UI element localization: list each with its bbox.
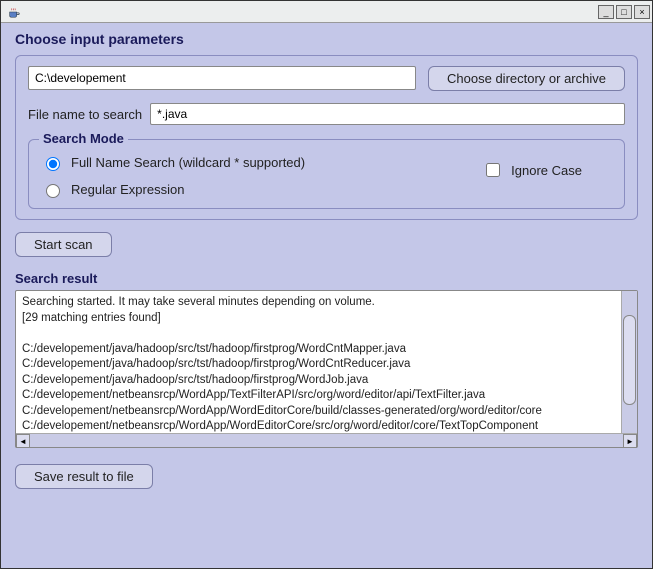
result-line <box>22 326 615 342</box>
checkbox-ignore-case-label: Ignore Case <box>511 163 582 178</box>
vertical-scrollbar[interactable] <box>621 291 637 433</box>
directory-input[interactable] <box>28 66 416 90</box>
result-line: C:/developement/java/hadoop/src/tst/hado… <box>22 373 615 389</box>
result-header: Search result <box>15 271 638 286</box>
section-title: Choose input parameters <box>15 31 638 47</box>
input-panel: Choose directory or archive File name to… <box>15 55 638 220</box>
radio-full-name[interactable]: Full Name Search (wildcard * supported) <box>41 154 305 171</box>
choose-directory-button[interactable]: Choose directory or archive <box>428 66 625 91</box>
horizontal-scrollbar[interactable]: ◄ ► <box>16 433 637 447</box>
checkbox-ignore-case-input[interactable] <box>486 163 500 177</box>
vertical-scroll-thumb[interactable] <box>623 315 636 405</box>
radio-full-name-input[interactable] <box>46 157 60 171</box>
titlebar: _ □ × <box>1 1 652 23</box>
result-line: C:/developement/netbeansrcp/WordApp/Word… <box>22 404 615 420</box>
java-icon <box>7 5 21 19</box>
search-mode-panel: Search Mode Full Name Search (wildcard *… <box>28 139 625 209</box>
checkbox-ignore-case[interactable]: Ignore Case <box>482 160 582 180</box>
maximize-button[interactable]: □ <box>616 5 632 19</box>
result-line: C:/developement/netbeansrcp/WordApp/Text… <box>22 388 615 404</box>
result-line: Searching started. It may take several m… <box>22 295 615 311</box>
result-box: Searching started. It may take several m… <box>15 290 638 448</box>
start-scan-button[interactable]: Start scan <box>15 232 112 257</box>
hscroll-right-button[interactable]: ► <box>623 434 637 448</box>
minimize-button[interactable]: _ <box>598 5 614 19</box>
result-line: C:/developement/netbeansrcp/WordApp/Word… <box>22 419 615 433</box>
radio-regex[interactable]: Regular Expression <box>41 181 305 198</box>
result-line: [29 matching entries found] <box>22 311 615 327</box>
filename-label: File name to search <box>28 107 142 122</box>
save-result-button[interactable]: Save result to file <box>15 464 153 489</box>
result-text[interactable]: Searching started. It may take several m… <box>16 291 621 433</box>
filename-input[interactable] <box>150 103 625 125</box>
hscroll-left-button[interactable]: ◄ <box>16 434 30 448</box>
result-line: C:/developement/java/hadoop/src/tst/hado… <box>22 342 615 358</box>
result-line: C:/developement/java/hadoop/src/tst/hado… <box>22 357 615 373</box>
close-button[interactable]: × <box>634 5 650 19</box>
radio-regex-label: Regular Expression <box>71 182 184 197</box>
radio-regex-input[interactable] <box>46 184 60 198</box>
app-window: _ □ × Choose input parameters Choose dir… <box>0 0 653 569</box>
search-mode-title: Search Mode <box>39 131 128 146</box>
radio-full-name-label: Full Name Search (wildcard * supported) <box>71 155 305 170</box>
